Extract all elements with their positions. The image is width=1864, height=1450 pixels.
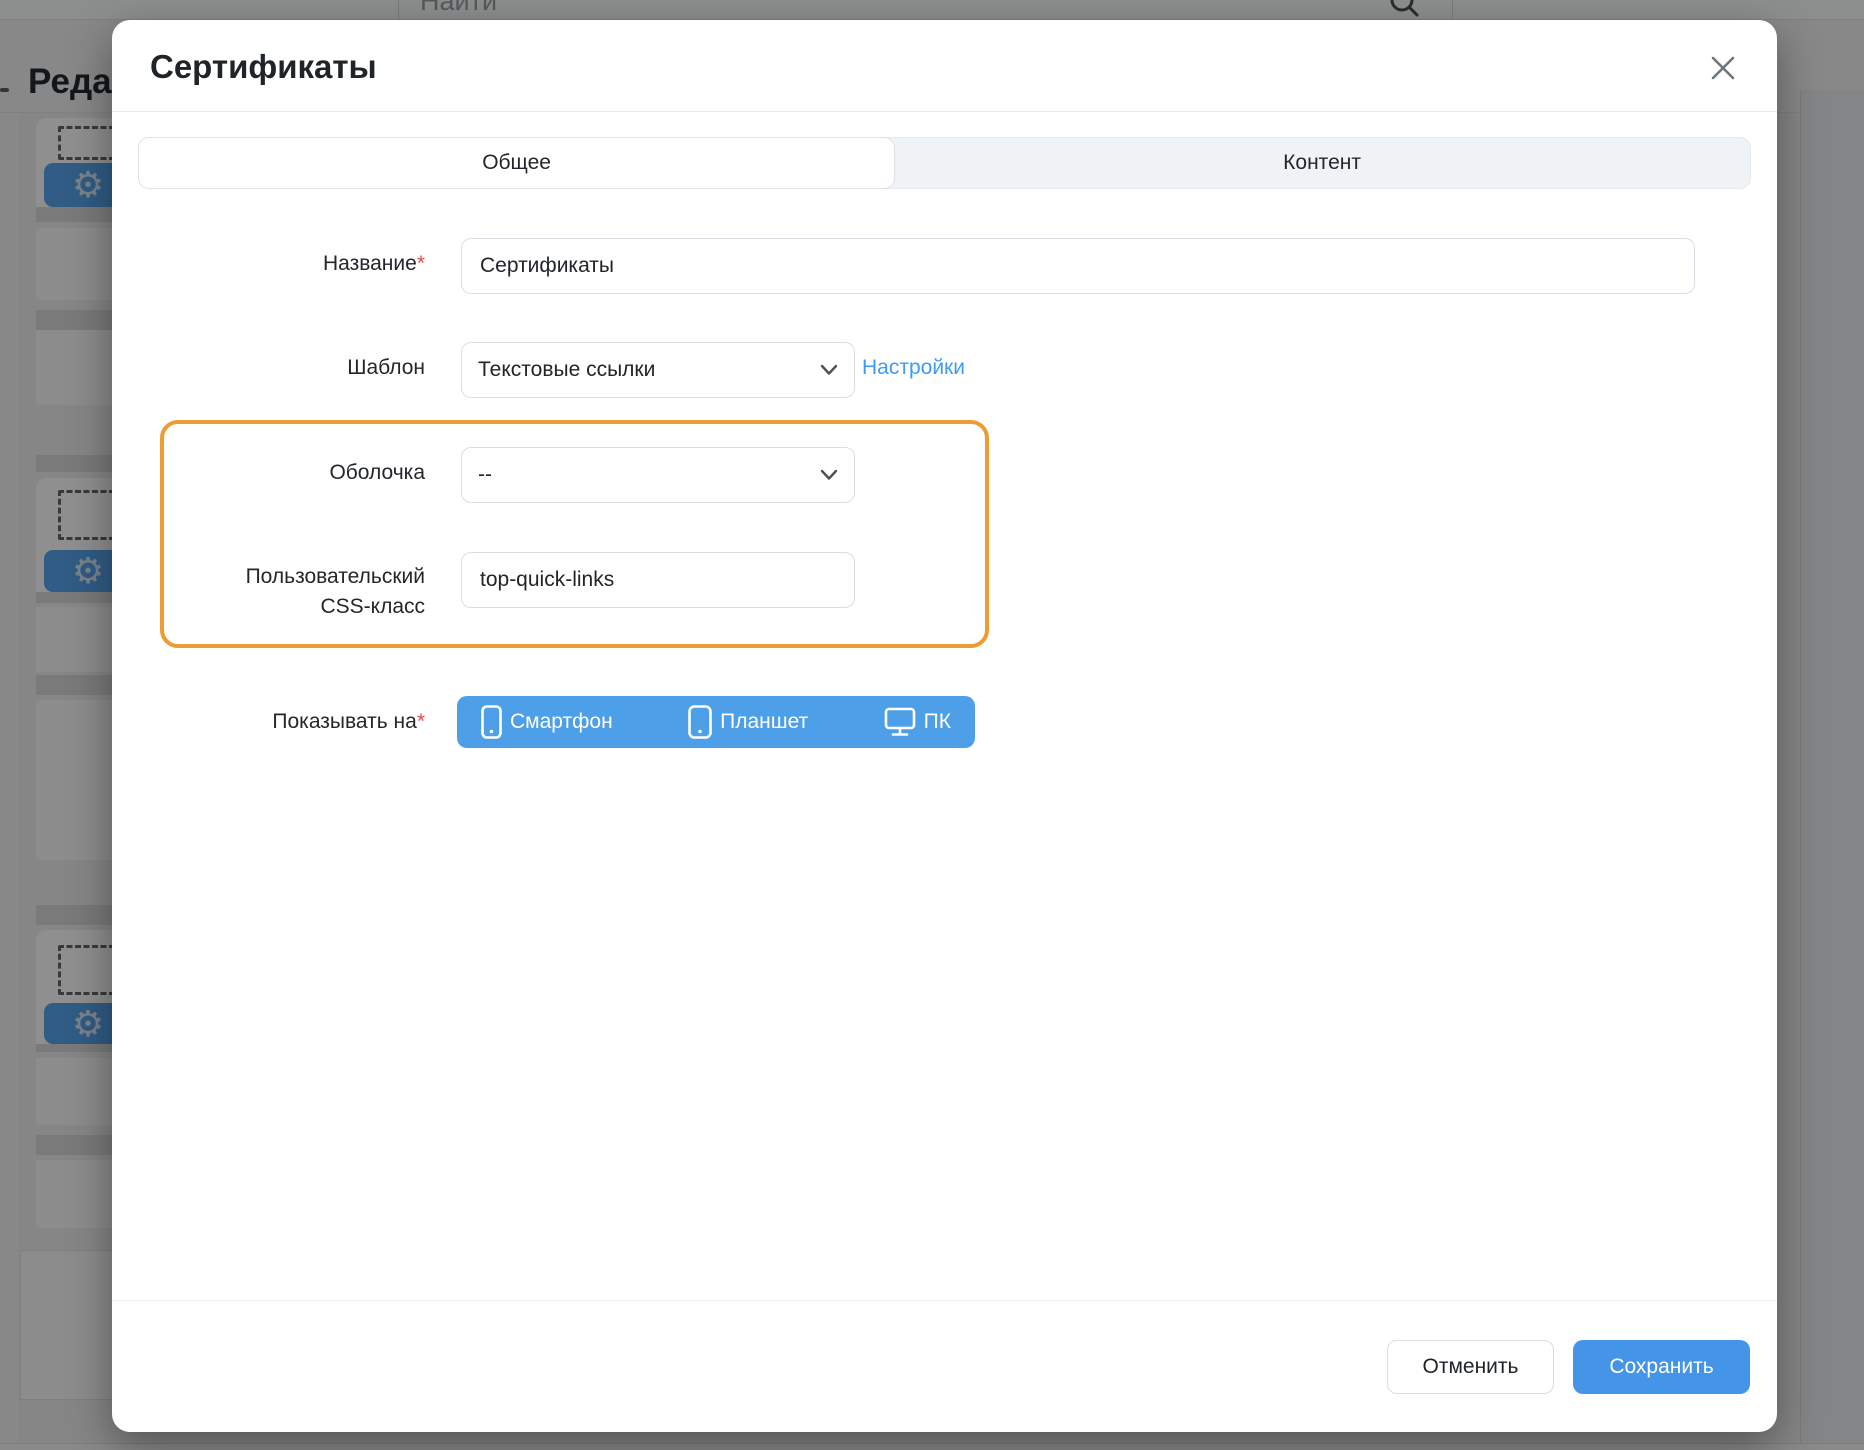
template-label: Шаблон	[138, 356, 425, 380]
show-on-tablet[interactable]: Планшет	[688, 705, 808, 739]
modal-title: Сертификаты	[150, 48, 377, 86]
modal-tabs: Общее Контент	[138, 137, 1751, 189]
show-on-toggle-group: Смартфон Планшет ПК	[457, 696, 975, 748]
tab-content[interactable]: Контент	[894, 138, 1750, 188]
highlighted-group: Оболочка -- Пользовательский CSS-класс	[160, 420, 989, 648]
template-select-value: Текстовые ссылки	[478, 358, 655, 382]
tab-general[interactable]: Общее	[138, 137, 895, 189]
show-on-desktop[interactable]: ПК	[884, 707, 951, 737]
show-on-label: Показывать на*	[138, 710, 425, 734]
save-button[interactable]: Сохранить	[1573, 1340, 1750, 1394]
close-button[interactable]	[1705, 50, 1741, 86]
tablet-icon	[688, 705, 712, 739]
wrapper-select[interactable]: --	[461, 447, 855, 503]
screen: Найти Реда ⚙ ⚙	[0, 0, 1864, 1450]
modal-header: Сертификаты	[112, 20, 1777, 112]
required-mark: *	[417, 710, 425, 733]
show-on-smartphone[interactable]: Смартфон	[481, 705, 613, 739]
certificates-modal: Сертификаты Общее Контент Название* Шабл…	[112, 20, 1777, 1432]
close-icon	[1707, 52, 1739, 84]
wrapper-select-value: --	[478, 463, 492, 487]
template-select[interactable]: Текстовые ссылки	[461, 342, 855, 398]
wrapper-label: Оболочка	[164, 461, 425, 485]
name-label: Название*	[138, 252, 425, 276]
name-input[interactable]	[461, 238, 1695, 294]
chevron-down-icon	[820, 463, 838, 487]
desktop-icon	[884, 707, 916, 737]
cancel-button[interactable]: Отменить	[1387, 1340, 1554, 1394]
chevron-down-icon	[820, 358, 838, 382]
css-class-input[interactable]	[461, 552, 855, 608]
smartphone-icon	[481, 705, 502, 739]
modal-footer: Отменить Сохранить	[112, 1300, 1777, 1432]
css-class-label: Пользовательский CSS-класс	[164, 562, 425, 622]
template-settings-link[interactable]: Настройки	[862, 356, 965, 380]
required-mark: *	[417, 252, 425, 275]
